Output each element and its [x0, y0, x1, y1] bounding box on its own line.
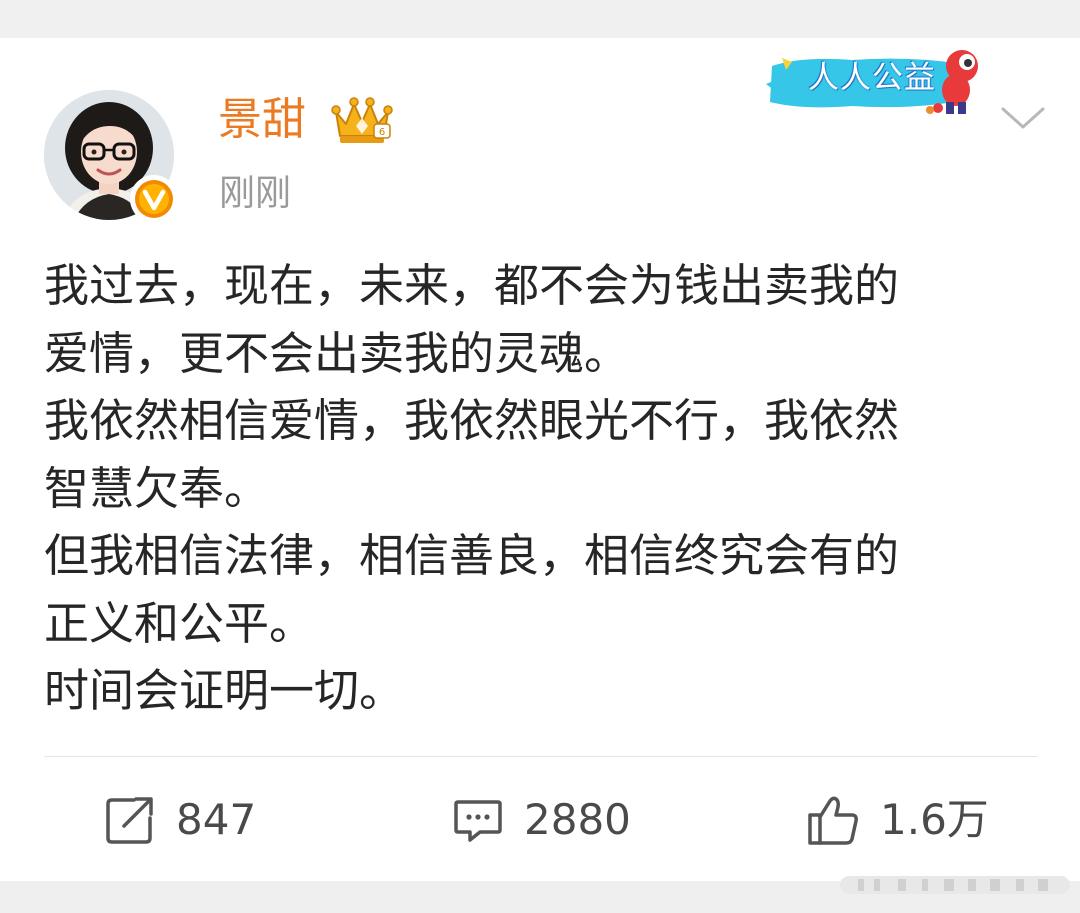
charity-label: 人人公益 — [808, 60, 936, 96]
top-strip — [0, 0, 1080, 38]
like-count: 1.6万 — [880, 795, 989, 844]
comment-count: 2880 — [524, 795, 631, 844]
thumbs-up-icon — [808, 796, 858, 845]
repost-button[interactable]: 847 — [104, 788, 256, 852]
share-icon — [106, 797, 153, 844]
post-text-line: 时间会证明一切。 — [44, 664, 405, 717]
post-text: 我过去，现在，未来，都不会为钱出卖我的 爱情，更不会出卖我的灵魂。 我依然相信爱… — [44, 252, 1034, 725]
post-text-line: 爱情，更不会出卖我的灵魂。 — [44, 326, 630, 380]
post-text-line: 智慧欠奉。 — [44, 461, 270, 515]
post-text-line: 正义和公平。 — [44, 596, 315, 650]
comment-button[interactable]: 2880 — [452, 788, 631, 852]
watermark-bar — [840, 870, 1070, 900]
verified-v-icon — [130, 175, 178, 223]
post-time: 刚刚 — [219, 173, 292, 214]
comment-icon — [454, 800, 502, 842]
chevron-down-icon — [1001, 107, 1045, 129]
post-menu-button[interactable] — [996, 98, 1050, 138]
gold-crown-icon[interactable]: 6 — [330, 94, 394, 146]
post-text-line: 但我相信法律，相信善良，相信终究会有的 — [44, 529, 900, 582]
svg-text:6: 6 — [379, 127, 385, 138]
like-button[interactable]: 1.6万 — [806, 788, 989, 852]
actions-divider — [44, 756, 1038, 757]
post-text-line: 我过去，现在，未来，都不会为钱出卖我的 — [44, 259, 900, 312]
author-name[interactable]: 景甜 — [218, 88, 306, 152]
post-text-line: 我依然相信爱情，我依然眼光不行，我依然 — [44, 394, 900, 447]
repost-count: 847 — [176, 795, 257, 844]
